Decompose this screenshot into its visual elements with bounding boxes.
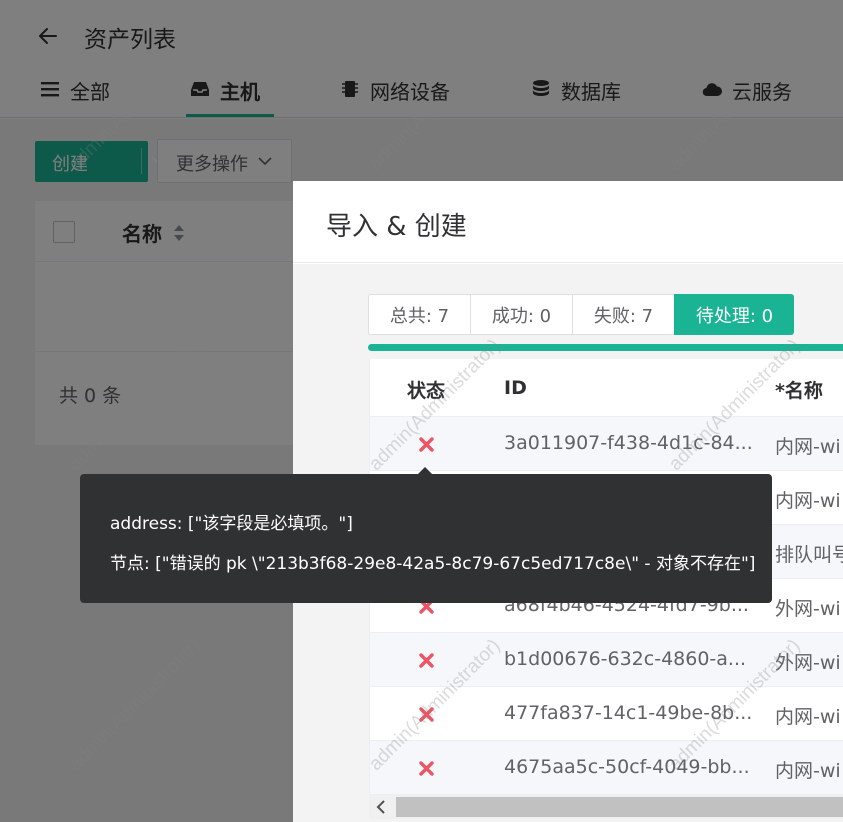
id-cell: 3a011907-f438-4d1c-84...	[504, 432, 753, 454]
scroll-left-icon[interactable]	[375, 800, 387, 814]
stat-total[interactable]: 总共: 7	[368, 294, 470, 335]
error-x-icon[interactable]	[419, 653, 434, 668]
name-cell: 外网-wi	[775, 652, 841, 674]
stat-failed[interactable]: 失败: 7	[572, 294, 674, 335]
table-row[interactable]: 4675aa5c-50cf-4049-bb... 内网-wi	[370, 741, 843, 795]
scrollbar-thumb[interactable]	[396, 797, 843, 817]
name-cell: 内网-wi	[775, 760, 841, 782]
stat-success[interactable]: 成功: 0	[470, 294, 572, 335]
error-tooltip: address: ["该字段是必填项。"] 节点: ["错误的 pk \"213…	[80, 467, 772, 603]
error-x-icon[interactable]	[419, 437, 434, 452]
name-cell: 内网-wi	[775, 706, 841, 728]
horizontal-scrollbar[interactable]	[369, 795, 843, 819]
name-cell: 内网-wi	[775, 490, 841, 512]
id-cell: 477fa837-14c1-49be-8b...	[504, 702, 753, 724]
table-row[interactable]: 3a011907-f438-4d1c-84... 内网-wi	[370, 417, 843, 471]
dialog-header: 导入 & 创建	[293, 181, 843, 263]
dialog-title: 导入 & 创建	[326, 212, 467, 242]
tooltip-line: 节点: ["错误的 pk \"213b3f68-29e8-42a5-8c79-6…	[110, 554, 756, 574]
table-row[interactable]: b1d00676-632c-4860-a... 外网-wi	[370, 633, 843, 687]
id-column-header: ID	[504, 377, 527, 399]
name-cell: 排队叫号	[775, 544, 843, 566]
error-x-icon[interactable]	[419, 707, 434, 722]
stat-pending[interactable]: 待处理: 0	[674, 294, 794, 335]
table-row[interactable]: 477fa837-14c1-49be-8b... 内网-wi	[370, 687, 843, 741]
tooltip-arrow	[418, 467, 432, 474]
id-cell: b1d00676-632c-4860-a...	[504, 648, 747, 670]
name-column-header: *名称	[775, 380, 823, 402]
status-column-header: 状态	[407, 380, 446, 402]
name-cell: 外网-wi	[775, 598, 841, 620]
table-header: 状态 ID *名称	[370, 359, 843, 417]
id-cell: 4675aa5c-50cf-4049-bb...	[504, 756, 750, 778]
error-x-icon[interactable]	[419, 761, 434, 776]
tooltip-line: address: ["该字段是必填项。"]	[110, 514, 353, 534]
import-progress-bar	[368, 344, 843, 351]
name-cell: 内网-wi	[775, 436, 841, 458]
status-filter-group: 总共: 7 成功: 0 失败: 7 待处理: 0	[368, 294, 794, 335]
